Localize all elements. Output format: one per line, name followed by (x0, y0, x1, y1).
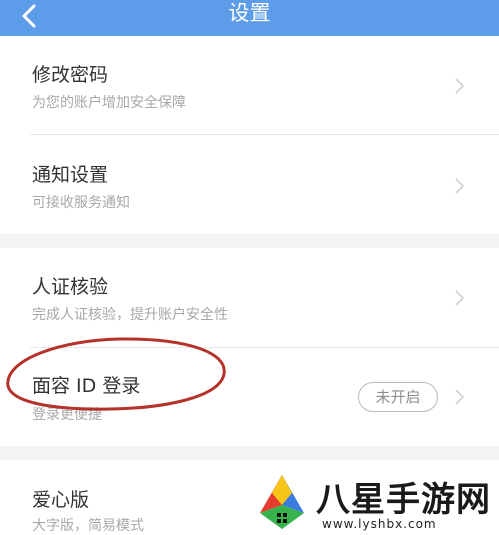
status-badge: 未开启 (358, 382, 438, 412)
chevron-right-icon (455, 290, 465, 306)
row-subtitle: 完成人证核验，提升账户安全性 (32, 307, 228, 323)
chevron-right-icon (455, 78, 465, 94)
watermark: 八星手游网 www.lyshbx.com (250, 466, 499, 535)
row-subtitle: 可接收服务通知 (32, 195, 130, 211)
watermark-logo-icon (260, 475, 304, 529)
row-subtitle: 大字版，简易模式 (32, 518, 144, 534)
nav-header: 设置 (0, 0, 499, 36)
setting-notifications[interactable]: 通知设置 可接收服务通知 (0, 135, 499, 234)
watermark-url: www.lyshbx.com (322, 517, 437, 531)
settings-group-account: 修改密码 为您的账户增加安全保障 通知设置 可接收服务通知 (0, 36, 499, 234)
chevron-right-icon (455, 389, 465, 405)
watermark-text: 八星手游网 (316, 480, 491, 520)
annotation-ellipse (6, 337, 226, 411)
chevron-right-icon (455, 178, 465, 194)
row-title: 通知设置 (32, 164, 109, 186)
row-title: 修改密码 (32, 64, 109, 86)
page-title: 设置 (228, 1, 271, 25)
setting-change-password[interactable]: 修改密码 为您的账户增加安全保障 (0, 36, 499, 134)
row-subtitle: 为您的账户增加安全保障 (32, 95, 186, 111)
row-title: 人证核验 (32, 276, 109, 298)
row-title: 爱心版 (32, 489, 90, 511)
